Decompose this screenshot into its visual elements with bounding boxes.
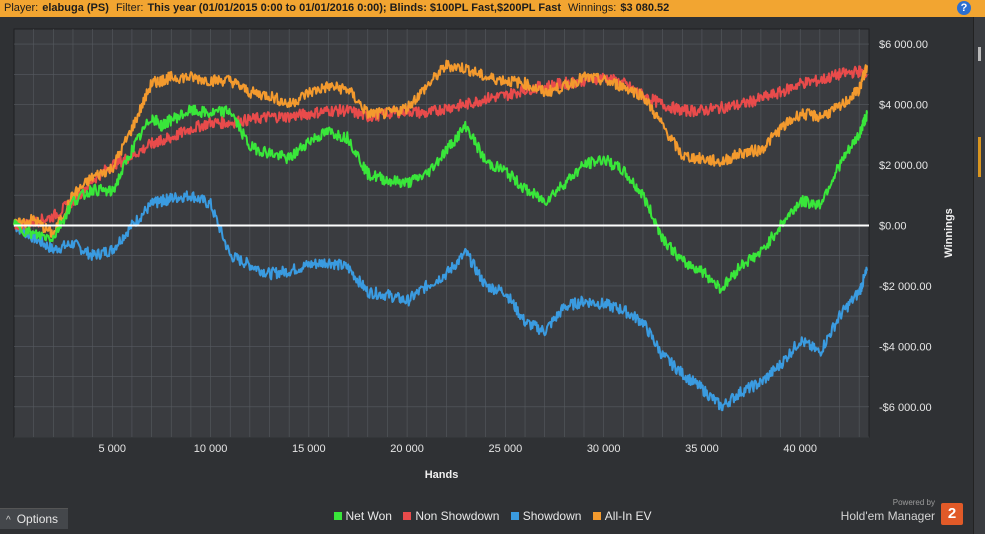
y-tick-label: -$6 000.00 <box>879 402 932 414</box>
legend-label-non-showdown: Non Showdown <box>415 509 500 523</box>
product-name: Hold'em Manager <box>840 509 935 523</box>
player-label: Player: <box>4 2 39 14</box>
legend-showdown[interactable]: Showdown <box>510 509 582 523</box>
legend-net-won[interactable]: Net Won <box>333 509 392 523</box>
legend-swatch-net-won <box>333 512 342 520</box>
winnings-label: Winnings: <box>568 2 617 14</box>
x-tick-label: 20 000 <box>390 443 424 455</box>
legend-swatch-showdown <box>510 512 519 520</box>
x-tick-label: 25 000 <box>489 443 523 455</box>
player-value: elabuga (PS) <box>42 2 109 14</box>
y-tick-label: -$2 000.00 <box>879 281 932 293</box>
x-tick-label: 35 000 <box>685 443 719 455</box>
side-tab-grip[interactable] <box>978 47 981 61</box>
y-tick-label: $4 000.00 <box>879 100 928 112</box>
hm2-logo-icon: 2 <box>941 503 963 525</box>
y-tick-label: $2 000.00 <box>879 160 928 172</box>
legend-swatch-non-showdown <box>403 512 412 520</box>
powered-by-text: Powered by <box>892 498 935 507</box>
x-tick-label: 30 000 <box>587 443 621 455</box>
x-axis-label: Hands <box>425 469 459 481</box>
plot-area <box>13 28 870 438</box>
x-tick-label: 40 000 <box>783 443 817 455</box>
legend-label-all-in-ev: All-In EV <box>604 509 652 523</box>
winnings-chart: $6 000.00 $4 000.00 $2 000.00 $0.00 -$2 000.… <box>13 28 955 481</box>
y-tick-label: -$4 000.00 <box>879 341 932 353</box>
brand-block: Powered by Hold'em Manager 2 <box>840 498 963 525</box>
y-axis-label: Winnings <box>943 208 955 257</box>
x-tick-label: 15 000 <box>292 443 326 455</box>
legend-label-net-won: Net Won <box>345 509 392 523</box>
side-panel-tabs[interactable] <box>973 17 985 534</box>
help-icon[interactable]: ? <box>957 1 971 15</box>
winnings-value: $3 080.52 <box>620 2 670 14</box>
legend-swatch-all-in-ev <box>592 512 601 520</box>
filter-value: This year (01/01/2015 0:00 to 01/01/2016… <box>147 2 561 14</box>
y-tick-label: $0.00 <box>879 220 907 232</box>
chart-legend: Net Won Non Showdown Showdown All-In EV <box>0 509 985 523</box>
x-tick-label: 5 000 <box>99 443 127 455</box>
y-tick-label: $6 000.00 <box>879 39 928 51</box>
legend-label-showdown: Showdown <box>522 509 582 523</box>
legend-all-in-ev[interactable]: All-In EV <box>592 509 652 523</box>
filter-header-bar: Player: elabuga (PS) Filter: This year (01… <box>0 0 985 17</box>
x-tick-label: 10 000 <box>194 443 228 455</box>
filter-label: Filter: <box>115 2 144 14</box>
legend-non-showdown[interactable]: Non Showdown <box>403 509 499 523</box>
side-tab-orange[interactable] <box>978 137 981 177</box>
